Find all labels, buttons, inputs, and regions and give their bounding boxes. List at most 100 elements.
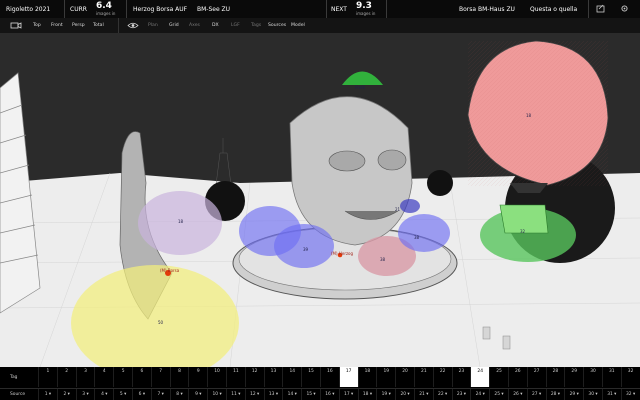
view-lgf-toggle[interactable]: LGF bbox=[231, 18, 240, 33]
view-grid-toggle[interactable]: Grid bbox=[169, 18, 179, 33]
camera-top-button[interactable]: Top bbox=[33, 18, 41, 33]
source-channel-23[interactable]: 23 ▾ bbox=[451, 389, 471, 400]
tag-channel-8[interactable]: 8 bbox=[169, 367, 189, 387]
tag-channel-25[interactable]: 25 bbox=[489, 367, 508, 387]
source-channel-19[interactable]: 19 ▾ bbox=[376, 389, 395, 400]
view-dx-toggle[interactable]: DX bbox=[212, 18, 219, 33]
tag-channel-31[interactable]: 31 bbox=[601, 367, 621, 387]
view-plan-toggle[interactable]: Plan bbox=[148, 18, 158, 33]
curr-label: CURR bbox=[70, 5, 87, 13]
label-borsa: (M) Borsa bbox=[160, 268, 180, 273]
next-cue-name-2[interactable]: Questa o quella bbox=[530, 0, 577, 18]
source-row-label: Source bbox=[10, 392, 26, 397]
source-channel-30[interactable]: 30 ▾ bbox=[583, 389, 602, 400]
tag-channel-7[interactable]: 7 bbox=[150, 367, 170, 387]
source-channel-29[interactable]: 29 ▾ bbox=[564, 389, 583, 400]
source-channel-3[interactable]: 3 ▾ bbox=[75, 389, 95, 400]
tag-channel-5[interactable]: 5 bbox=[113, 367, 132, 387]
tag-channel-28[interactable]: 28 bbox=[545, 367, 565, 387]
source-channel-32[interactable]: 32 ▾ bbox=[620, 389, 640, 400]
curr-cue-name[interactable]: Herzog Borsa AUF bbox=[133, 0, 187, 18]
tag-channel-26[interactable]: 26 bbox=[507, 367, 527, 387]
tag-channel-10[interactable]: 10 bbox=[207, 367, 226, 387]
source-channel-1[interactable]: 1 ▾ bbox=[38, 389, 57, 400]
next-cue-number: 9.3 images in bbox=[356, 1, 376, 17]
tag-channel-20[interactable]: 20 bbox=[395, 367, 414, 387]
tag-channel-27[interactable]: 27 bbox=[526, 367, 546, 387]
label-blue: 21 bbox=[395, 207, 401, 212]
source-channel-22[interactable]: 22 ▾ bbox=[432, 389, 452, 400]
view-model-toggle[interactable]: Model bbox=[291, 18, 305, 33]
tag-channel-13[interactable]: 13 bbox=[263, 367, 283, 387]
tag-channel-29[interactable]: 29 bbox=[564, 367, 583, 387]
source-channel-11[interactable]: 11 ▾ bbox=[225, 389, 245, 400]
source-channel-12[interactable]: 12 ▾ bbox=[244, 389, 264, 400]
source-channel-27[interactable]: 27 ▾ bbox=[526, 389, 546, 400]
source-channel-6[interactable]: 6 ▾ bbox=[131, 389, 151, 400]
source-channel-16[interactable]: 16 ▾ bbox=[319, 389, 339, 400]
source-channel-21[interactable]: 21 ▾ bbox=[413, 389, 433, 400]
stage-scene[interactable]: Profil 18 18 21 38 (M) Borsa (M) Herzog … bbox=[0, 33, 640, 367]
source-channel-25[interactable]: 25 ▾ bbox=[489, 389, 508, 400]
source-channel-31[interactable]: 31 ▾ bbox=[601, 389, 621, 400]
3d-viewport[interactable]: Profil 18 18 21 38 (M) Borsa (M) Herzog … bbox=[0, 33, 640, 367]
tag-channel-4[interactable]: 4 bbox=[94, 367, 113, 387]
source-cells: 1 ▾ 2 ▾ 3 ▾ 4 ▾ 5 ▾ 6 ▾ 7 ▾ 8 ▾ 9 ▾ 10 ▾ 11 ▾ 12 ▾ 1… bbox=[38, 389, 640, 400]
tag-channel-3[interactable]: 3 bbox=[75, 367, 95, 387]
view-tags-toggle[interactable]: Tags bbox=[251, 18, 261, 33]
label-balloon: 18 bbox=[526, 113, 532, 118]
top-bar: Rigoletto 2021 CURR 6.4 images in Herzog… bbox=[0, 0, 640, 19]
source-channel-26[interactable]: 26 ▾ bbox=[507, 389, 527, 400]
tag-channel-6[interactable]: 6 bbox=[131, 367, 151, 387]
source-channel-14[interactable]: 14 ▾ bbox=[282, 389, 301, 400]
tag-channel-12[interactable]: 12 bbox=[244, 367, 264, 387]
tag-channel-14[interactable]: 14 bbox=[282, 367, 301, 387]
curr-cue-name-2[interactable]: BM-See ZU bbox=[197, 0, 230, 18]
tag-channel-1[interactable]: 1 bbox=[38, 367, 57, 387]
source-channel-9[interactable]: 9 ▾ bbox=[188, 389, 207, 400]
export-icon[interactable] bbox=[596, 4, 605, 13]
tag-channel-30[interactable]: 30 bbox=[583, 367, 602, 387]
source-channel-20[interactable]: 20 ▾ bbox=[395, 389, 414, 400]
tag-channel-21[interactable]: 21 bbox=[413, 367, 433, 387]
camera-persp-button[interactable]: Persp bbox=[72, 18, 85, 33]
source-channel-24[interactable]: 24 ▾ bbox=[470, 389, 489, 400]
source-channel-18[interactable]: 18 ▾ bbox=[357, 389, 377, 400]
tag-channel-15[interactable]: 15 bbox=[301, 367, 320, 387]
source-channel-28[interactable]: 28 ▾ bbox=[545, 389, 565, 400]
tag-row-label: Tag bbox=[10, 374, 18, 380]
source-channel-10[interactable]: 10 ▾ bbox=[207, 389, 226, 400]
source-channel-7[interactable]: 7 ▾ bbox=[150, 389, 170, 400]
source-channel-15[interactable]: 15 ▾ bbox=[301, 389, 320, 400]
source-row: Source 1 ▾ 2 ▾ 3 ▾ 4 ▾ 5 ▾ 6 ▾ 7 ▾ 8 ▾ 9 ▾ 10 ▾ 11… bbox=[0, 389, 640, 400]
tag-channel-19[interactable]: 19 bbox=[376, 367, 395, 387]
tag-channel-22[interactable]: 22 bbox=[432, 367, 452, 387]
tag-channel-17[interactable]: 17 bbox=[338, 367, 358, 387]
source-channel-2[interactable]: 2 ▾ bbox=[56, 389, 76, 400]
tag-channel-2[interactable]: 2 bbox=[56, 367, 76, 387]
source-channel-4[interactable]: 4 ▾ bbox=[94, 389, 113, 400]
camera-total-button[interactable]: Total bbox=[93, 18, 104, 33]
source-channel-17[interactable]: 17 ▾ bbox=[338, 389, 358, 400]
view-sources-toggle[interactable]: Sources bbox=[268, 18, 286, 33]
tag-channel-11[interactable]: 11 bbox=[225, 367, 245, 387]
black-sphere bbox=[427, 170, 453, 196]
next-label: NEXT bbox=[331, 5, 347, 13]
project-title: Rigoletto 2021 bbox=[6, 5, 51, 13]
view-axes-toggle[interactable]: Axes bbox=[189, 18, 200, 33]
tag-channel-16[interactable]: 16 bbox=[319, 367, 339, 387]
next-cue-name[interactable]: Borsa BM-Haus ZU bbox=[459, 0, 515, 18]
tag-channel-23[interactable]: 23 bbox=[451, 367, 471, 387]
tag-channel-18[interactable]: 18 bbox=[357, 367, 377, 387]
source-channel-13[interactable]: 13 ▾ bbox=[263, 389, 283, 400]
tag-channel-32[interactable]: 32 bbox=[620, 367, 640, 387]
tag-channel-9[interactable]: 9 bbox=[188, 367, 207, 387]
settings-icon[interactable] bbox=[620, 4, 629, 13]
label-yellow: 50 bbox=[158, 320, 164, 325]
camera-front-button[interactable]: Front bbox=[51, 18, 63, 33]
source-channel-5[interactable]: 5 ▾ bbox=[113, 389, 132, 400]
source-channel-8[interactable]: 8 ▾ bbox=[169, 389, 189, 400]
tag-channel-24[interactable]: 24 bbox=[470, 367, 490, 387]
label-pink: 38 bbox=[380, 257, 386, 262]
label-blue-3: 38 bbox=[414, 235, 420, 240]
